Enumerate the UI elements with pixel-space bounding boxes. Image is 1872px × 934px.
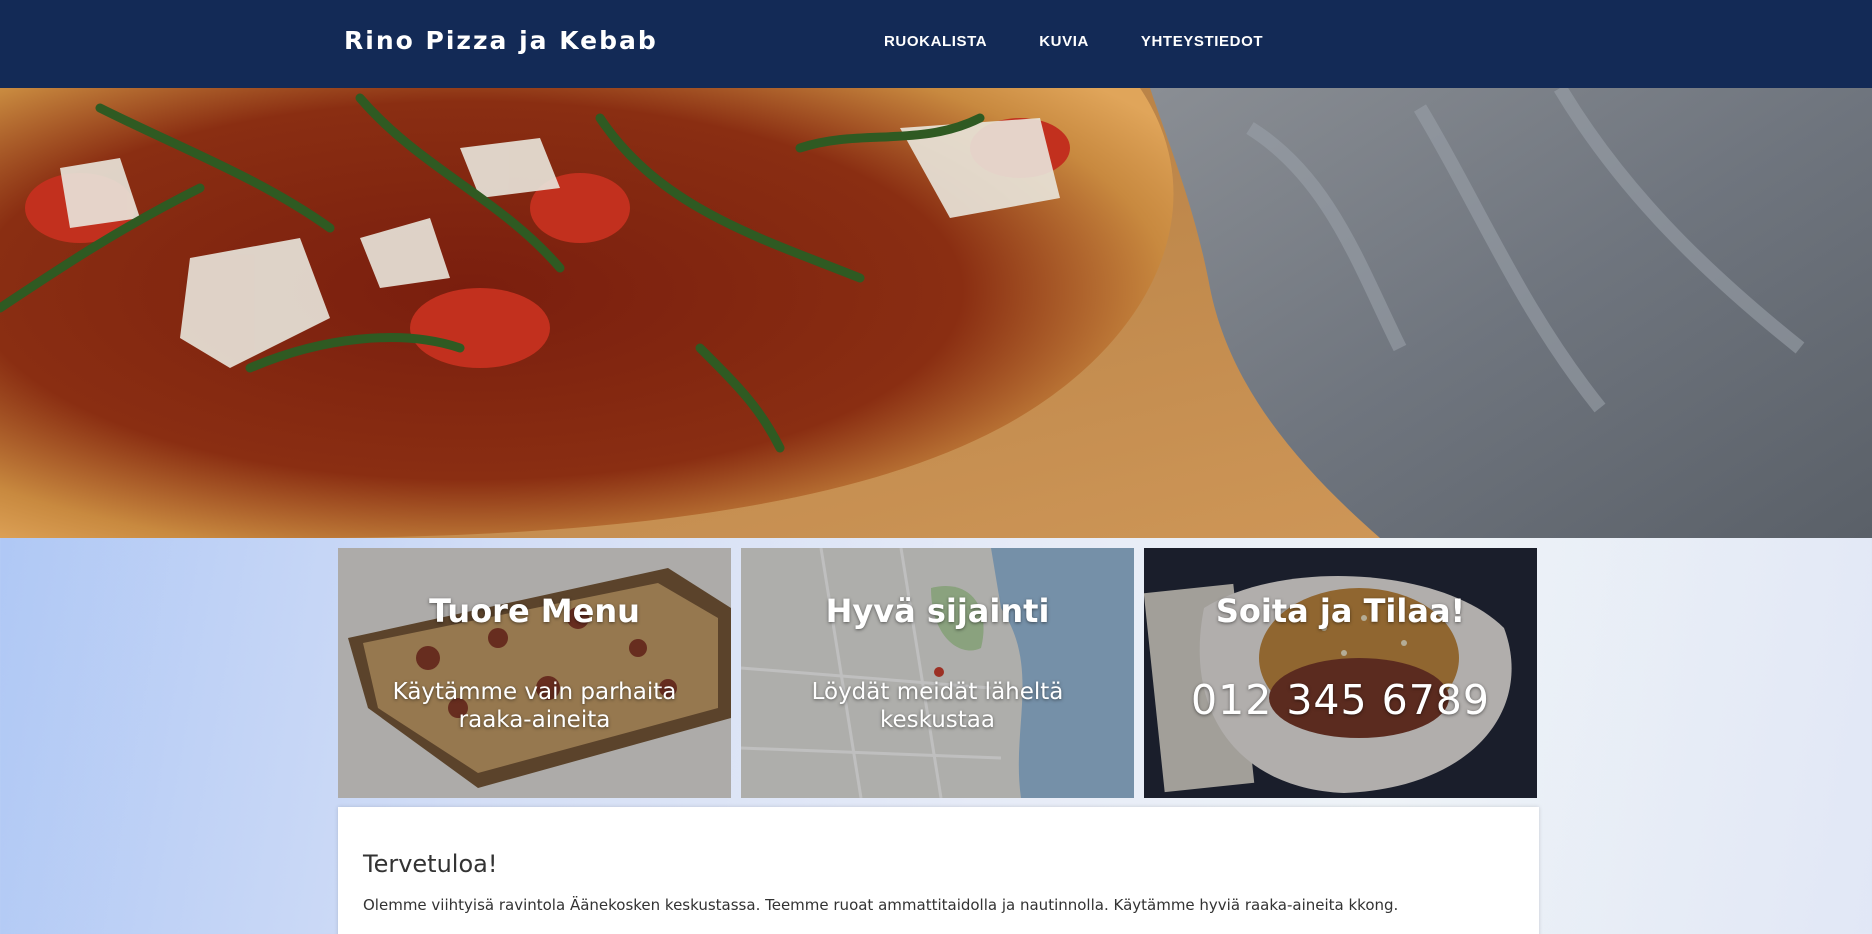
welcome-text: Olemme viihtyisä ravintola Äänekosken ke…	[363, 896, 1399, 914]
card-title: Hyvä sijainti	[825, 592, 1050, 630]
nav-ruokalista[interactable]: RUOKALISTA	[884, 33, 987, 50]
welcome-title: Tervetuloa!	[363, 850, 498, 878]
card-location[interactable]: Hyvä sijainti Löydät meidät läheltä kesk…	[741, 548, 1134, 798]
main-nav: RUOKALISTA KUVIA YHTEYSTIEDOT	[884, 33, 1315, 50]
card-call-order[interactable]: Soita ja Tilaa! 012 345 6789	[1144, 548, 1537, 798]
pizza-photo	[0, 88, 1872, 538]
brand-logo[interactable]: Rino Pizza ja Kebab	[344, 26, 658, 55]
site-header: Rino Pizza ja Kebab RUOKALISTA KUVIA YHT…	[0, 0, 1872, 88]
card-fresh-menu[interactable]: Tuore Menu Käytämme vain parhaita raaka-…	[338, 548, 731, 798]
phone-number[interactable]: 012 345 6789	[1144, 676, 1537, 724]
hero-image	[0, 88, 1872, 538]
nav-yhteystiedot[interactable]: YHTEYSTIEDOT	[1141, 33, 1263, 50]
nav-kuvia[interactable]: KUVIA	[1039, 33, 1089, 50]
card-title: Soita ja Tilaa!	[1215, 592, 1466, 630]
card-text: Käytämme vain parhaita raaka-aineita	[392, 679, 677, 733]
card-title: Tuore Menu	[429, 592, 640, 630]
card-text: Löydät meidät läheltä keskustaa	[811, 679, 1064, 733]
welcome-panel: Tervetuloa! Olemme viihtyisä ravintola Ä…	[338, 807, 1539, 934]
